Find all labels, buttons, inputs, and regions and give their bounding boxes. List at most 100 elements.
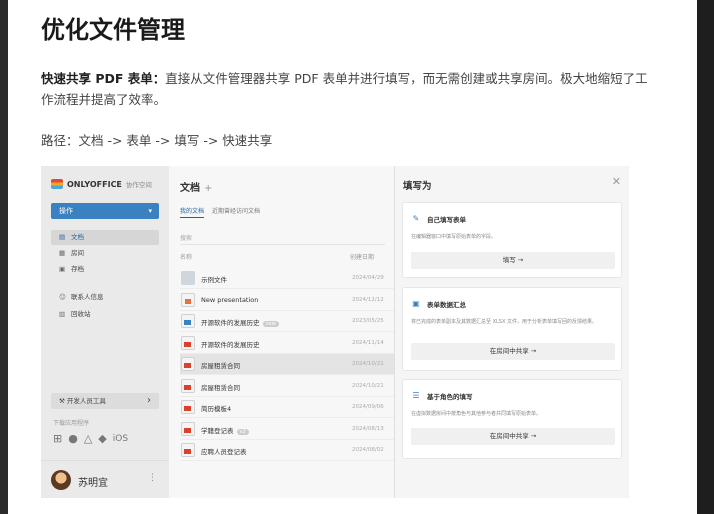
wrench-icon: ⚒ <box>59 397 67 405</box>
ios-link[interactable]: iOS <box>113 434 128 444</box>
fill-button[interactable]: 填写 → <box>411 252 615 269</box>
card-description: 在编辑器窗口中填写原始表单的字段。 <box>411 234 497 240</box>
file-row[interactable]: 房屋租赁合同 2024/10/21 <box>180 376 394 397</box>
file-date: 2024/09/06 <box>352 404 384 410</box>
card-heading: ✎ 自己填写表单 <box>411 214 466 224</box>
page-title: 优化文件管理 <box>41 16 185 44</box>
file-name-text: 示例文件 <box>201 276 227 284</box>
file-name-text: 房屋租赁合同 <box>201 362 240 370</box>
file-name: 开源软件的发展历史 <box>201 339 260 349</box>
file-name: 简历模板4 <box>201 403 231 413</box>
avatar[interactable] <box>51 470 71 490</box>
file-date: 2024/10/21 <box>352 382 384 389</box>
onlyoffice-logo: ONLYOFFICE 协作空间 <box>51 179 152 189</box>
archive-icon: ▣ <box>59 265 66 273</box>
file-name-text: 简历模板4 <box>201 405 232 413</box>
documents-title: 文档 + <box>180 179 212 194</box>
file-row[interactable]: 示例文件 2024/04/29 <box>180 268 394 289</box>
sidebar-item-2[interactable]: ▣ 存档 <box>51 262 159 277</box>
file-name: 应聘人员登记表 <box>201 446 247 456</box>
share-in-room-button[interactable]: 在房间中共享 → <box>411 428 615 445</box>
card-title: 自己填写表单 <box>427 216 466 224</box>
file-name: 开源软件的发展历史 new <box>201 317 279 327</box>
card-heading: ☰ 基于角色的填写 <box>411 391 473 401</box>
file-date: 2024/08/02 <box>352 447 384 453</box>
slide-file-icon <box>181 292 195 307</box>
tab-my-documents[interactable]: 我的文档 <box>180 208 205 218</box>
file-row[interactable]: 学籍登记表 v2 2024/08/13 <box>180 419 394 440</box>
sidebar-item-label: 文档 <box>71 233 84 241</box>
file-name-text: 开源软件的发展历史 <box>201 340 260 349</box>
description-strong: 快速共享 PDF 表单： <box>41 71 166 86</box>
file-row[interactable]: 简历模板4 2024/09/06 <box>180 397 394 418</box>
file-name: 示例文件 <box>201 274 227 284</box>
file-badge: new <box>262 321 279 327</box>
documents-tabs: 我的文档 近期曾经访问文档 <box>180 206 260 218</box>
user-name: 苏明宜 <box>78 478 108 489</box>
pencil-icon: ✎ <box>412 214 420 223</box>
add-icon[interactable]: + <box>204 183 212 194</box>
windows-icon[interactable]: ⊞ <box>53 432 62 445</box>
sidebar-item-label: 存档 <box>71 265 84 273</box>
platform-icons: ⊞ ● △ ◆ iOS <box>53 432 128 445</box>
file-name-text: 学籍登记表 <box>201 426 234 435</box>
share-in-room-button[interactable]: 在房间中共享 → <box>411 343 615 360</box>
pdf-file-icon <box>181 335 195 350</box>
sidebar-item-1[interactable]: ▦ 房间 <box>51 246 159 261</box>
linux-icon[interactable]: △ <box>84 432 92 445</box>
apple-icon[interactable]: ● <box>68 432 78 445</box>
file-row[interactable]: 房屋租赁合同 2024/10/21 <box>180 354 394 375</box>
file-row[interactable]: 应聘人员登记表 2024/08/02 <box>180 440 394 461</box>
file-date: 2024/08/13 <box>352 425 384 432</box>
role-list-icon: ☰ <box>412 391 420 400</box>
sidebar-item-label: 联系人信息 <box>71 293 104 301</box>
sidebar-item-3[interactable]: ☺ 联系人信息 <box>51 290 159 305</box>
description-paragraph: 快速共享 PDF 表单：直接从文件管理器共享 PDF 表单并进行填写，而无需创建… <box>41 68 651 110</box>
documents-pane: 文档 + 我的文档 近期曾经访问文档 搜索 名称 创建日期 示例文件 2024/04… <box>169 166 394 498</box>
file-name-text: 开源软件的发展历史 <box>201 319 260 327</box>
trash-icon: ▥ <box>59 310 66 318</box>
file-name: 房屋租赁合同 <box>201 360 240 370</box>
close-icon[interactable]: ✕ <box>612 175 621 188</box>
sidebar-item-label: 回收站 <box>71 310 91 318</box>
file-badge: v2 <box>236 428 249 435</box>
android-icon[interactable]: ◆ <box>98 432 106 445</box>
card-heading: ▣ 表单数据汇总 <box>411 299 466 309</box>
user-profile[interactable]: 苏明宜 ⋮ <box>41 460 169 498</box>
fill-as-panel: 填写为 ✕ ✎ 自己填写表单 在编辑器窗口中填写原始表单的字段。 填写 → ▣ 表单数据汇… <box>394 166 629 498</box>
fill-option-card: ▣ 表单数据汇总 将已完成的表单副本及其数据汇总至 XLSX 文件，用于分析表单填写… <box>402 287 622 371</box>
sidebar-item-label: 房间 <box>71 249 84 257</box>
data-summary-icon: ▣ <box>412 299 420 308</box>
pdf-file-icon <box>181 421 195 436</box>
file-date: 2024/11/14 <box>352 339 384 346</box>
pdf-file-icon <box>181 400 195 414</box>
tab-recent-documents[interactable]: 近期曾经访问文档 <box>212 208 260 215</box>
file-name-text: 房屋租赁合同 <box>201 383 240 392</box>
column-date-header[interactable]: 创建日期 <box>350 252 374 261</box>
actions-button[interactable]: 操作 <box>51 203 159 219</box>
logo-subtitle: 协作空间 <box>125 181 152 189</box>
file-list-header: 名称 创建日期 <box>180 252 394 261</box>
file-name: 学籍登记表 v2 <box>201 425 249 435</box>
card-title: 基于角色的填写 <box>427 393 473 401</box>
file-name-text: New presentation <box>201 295 259 304</box>
column-name-header[interactable]: 名称 <box>180 254 192 261</box>
documents-title-text: 文档 <box>180 183 200 194</box>
window-edge <box>697 0 714 514</box>
document-page: 优化文件管理 快速共享 PDF 表单：直接从文件管理器共享 PDF 表单并进行填… <box>8 0 697 514</box>
search-input[interactable]: 搜索 <box>180 233 385 245</box>
app-sidebar: ONLYOFFICE 协作空间 操作 ▤ 文档 ▦ 房间 ▣ 存档 ☺ 联系人信息 ▥ 回收站 ⚒… <box>41 166 169 498</box>
more-vertical-icon[interactable]: ⋮ <box>148 473 157 483</box>
sidebar-item-4[interactable]: ▥ 回收站 <box>51 307 159 322</box>
file-date: 2024/04/29 <box>352 275 384 281</box>
fill-option-card: ☰ 基于角色的填写 在虚拟数据房间中按角色与其他参与者共同填写原始表单。 在房间中共享… <box>402 379 622 459</box>
file-name: New presentation <box>201 296 258 304</box>
pdf-file-icon <box>181 378 195 393</box>
file-date: 2024/10/21 <box>352 361 384 367</box>
file-row[interactable]: New presentation 2024/12/12 <box>180 290 394 311</box>
file-name-text: 应聘人员登记表 <box>201 448 247 456</box>
file-row[interactable]: 开源软件的发展历史 2024/11/14 <box>180 333 394 354</box>
sidebar-item-0[interactable]: ▤ 文档 <box>51 230 159 245</box>
file-row[interactable]: 开源软件的发展历史 new 2023/05/25 <box>180 311 394 332</box>
developer-tools-button[interactable]: ⚒ 开发人员工具 <box>51 393 159 409</box>
